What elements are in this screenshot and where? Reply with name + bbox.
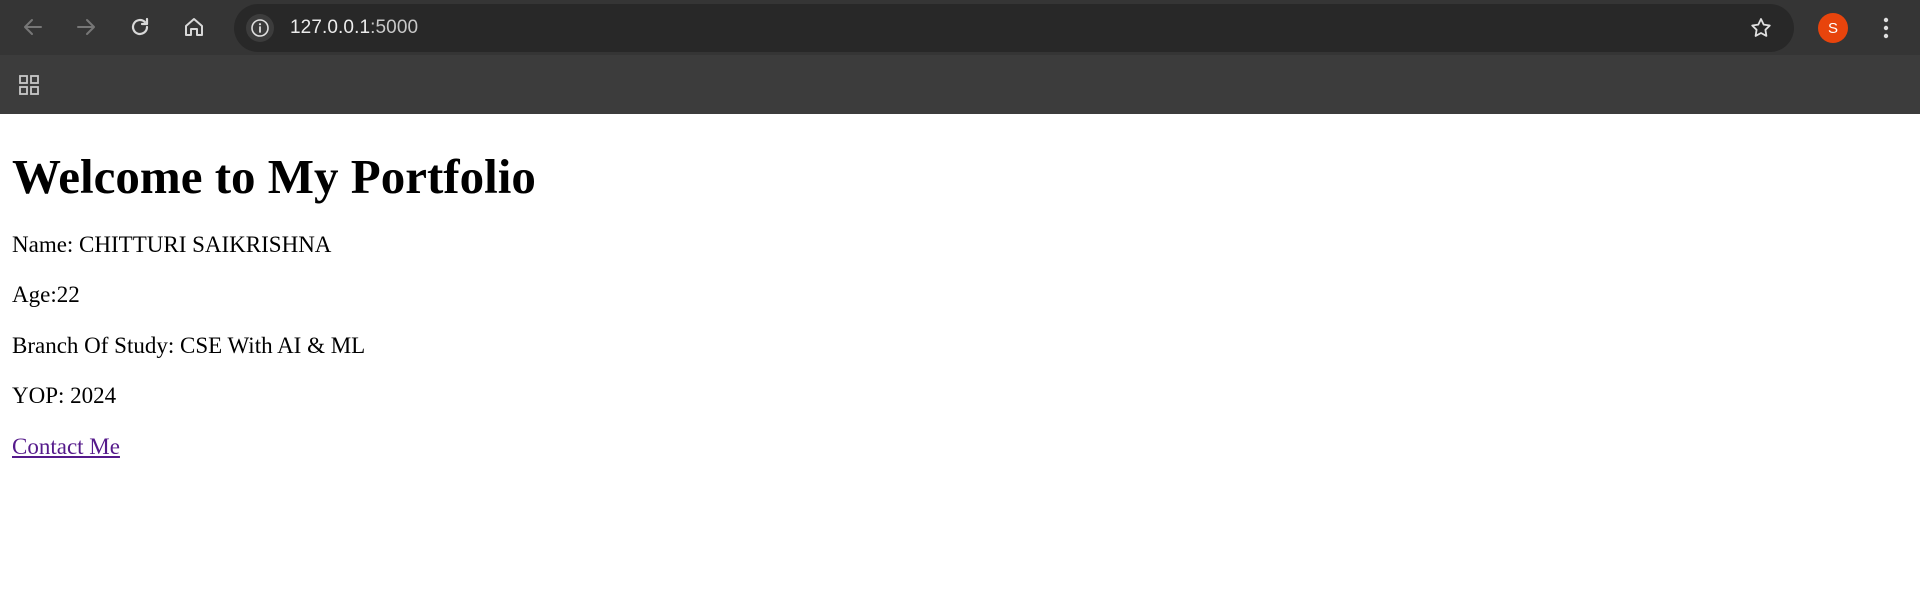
forward-button[interactable] (68, 9, 104, 45)
info-icon (251, 19, 269, 37)
star-icon (1751, 18, 1771, 37)
contact-paragraph: Contact Me (12, 434, 1908, 460)
reload-icon (131, 17, 149, 36)
arrow-right-icon (77, 19, 95, 35)
browser-toolbar: 127.0.0.1:5000 S (0, 0, 1920, 55)
name-line: Name: CHITTURI SAIKRISHNA (12, 231, 332, 257)
bookmarks-bar (0, 55, 1920, 114)
contact-me-link[interactable]: Contact Me (12, 434, 120, 459)
branch-line: Branch Of Study: CSE With AI & ML (12, 332, 366, 358)
kebab-menu-icon (1883, 17, 1889, 39)
back-button[interactable] (15, 9, 51, 45)
reload-button[interactable] (122, 9, 158, 45)
apps-grid-icon (19, 75, 39, 95)
bookmark-star-button[interactable] (1748, 15, 1774, 41)
arrow-left-icon (24, 19, 42, 35)
page-title: Welcome to My Portfolio (12, 149, 536, 204)
age-line: Age:22 (12, 282, 80, 308)
url-host: 127.0.0.1 (290, 17, 371, 38)
home-icon (185, 18, 203, 36)
page-content: Welcome to My Portfolio Name: CHITTURI S… (0, 150, 1920, 460)
browser-menu-button[interactable] (1872, 11, 1900, 45)
browser-chrome: 127.0.0.1:5000 S (0, 0, 1920, 114)
url-text[interactable]: 127.0.0.1:5000 (290, 17, 418, 39)
url-port: :5000 (370, 17, 419, 38)
home-button[interactable] (176, 9, 212, 45)
address-bar[interactable]: 127.0.0.1:5000 (234, 4, 1794, 52)
site-info-button[interactable] (246, 14, 274, 42)
yop-line: YOP: 2024 (12, 383, 117, 409)
apps-button[interactable] (14, 70, 44, 100)
profile-avatar-button[interactable]: S (1818, 13, 1848, 43)
